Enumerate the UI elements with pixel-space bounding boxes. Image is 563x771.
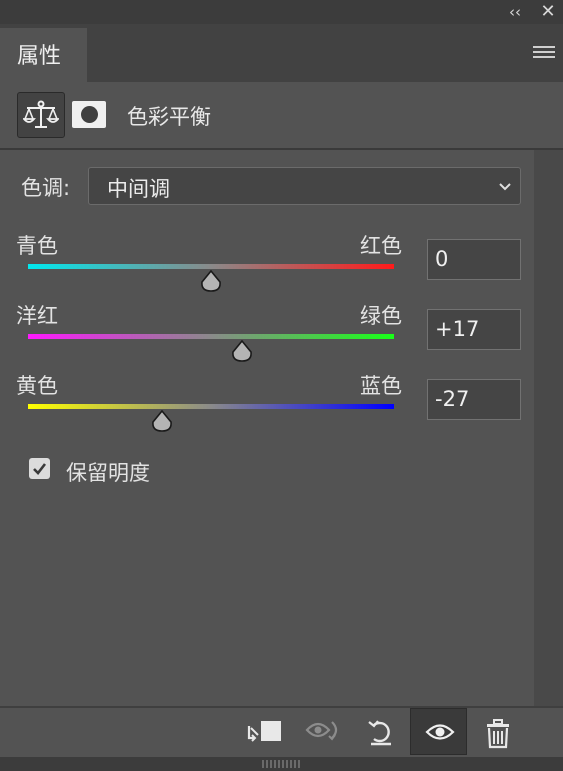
eye-icon (425, 724, 455, 740)
panel-footer (0, 708, 563, 757)
visibility-toggle[interactable] (410, 708, 467, 755)
slider-thumb-yellow-blue[interactable] (151, 410, 173, 432)
yellow-blue-value: -27 (435, 387, 470, 411)
adjustment-title: 色彩平衡 (127, 105, 211, 129)
tab-row: 属性 (0, 24, 563, 82)
scrollbar-track[interactable] (534, 150, 563, 706)
panel-menu-icon[interactable] (533, 46, 555, 60)
checkmark-icon (33, 463, 47, 475)
slider-green-label: 绿色 (360, 304, 402, 328)
scales-icon[interactable] (17, 92, 65, 138)
double-chevron-left-icon[interactable]: ‹‹ (503, 1, 527, 23)
slider-blue-label: 蓝色 (360, 374, 402, 398)
slider-cyan-label: 青色 (16, 234, 58, 258)
cyan-red-value-input[interactable]: 0 (427, 239, 521, 280)
tone-label: 色调: (21, 176, 71, 200)
slider-thumb-cyan-red[interactable] (200, 270, 222, 292)
resize-grip-icon[interactable] (262, 760, 300, 768)
close-icon[interactable]: ✕ (536, 1, 560, 23)
magenta-green-track[interactable] (28, 334, 394, 339)
preserve-luminosity-label: 保留明度 (66, 461, 150, 485)
tab-properties[interactable]: 属性 (0, 28, 87, 82)
reset-icon[interactable] (365, 716, 401, 750)
tab-label: 属性 (17, 44, 62, 69)
magenta-green-value: +17 (435, 317, 480, 341)
yellow-blue-track[interactable] (28, 404, 394, 409)
magenta-green-value-input[interactable]: +17 (427, 309, 521, 350)
clip-to-layer-icon[interactable] (245, 716, 281, 750)
view-previous-state-icon[interactable] (305, 716, 341, 750)
cyan-red-track[interactable] (28, 264, 394, 269)
trash-icon[interactable] (483, 716, 519, 750)
tone-select[interactable]: 中间调 (88, 167, 521, 205)
slider-thumb-magenta-green[interactable] (231, 340, 253, 362)
adjustment-header: 色彩平衡 (0, 82, 563, 149)
panel-bottom-bar (0, 757, 563, 771)
tone-select-value: 中间调 (107, 177, 170, 201)
slider-yellow-label: 黄色 (16, 374, 58, 398)
yellow-blue-value-input[interactable]: -27 (427, 379, 521, 420)
preserve-luminosity-checkbox[interactable] (29, 458, 50, 479)
slider-red-label: 红色 (360, 234, 402, 258)
cyan-red-value: 0 (435, 247, 449, 271)
mask-icon[interactable] (72, 101, 106, 128)
slider-magenta-label: 洋红 (16, 304, 58, 328)
chevron-down-icon (499, 183, 511, 191)
panel-top-bar: ‹‹ ✕ (0, 0, 563, 24)
divider (0, 148, 563, 150)
